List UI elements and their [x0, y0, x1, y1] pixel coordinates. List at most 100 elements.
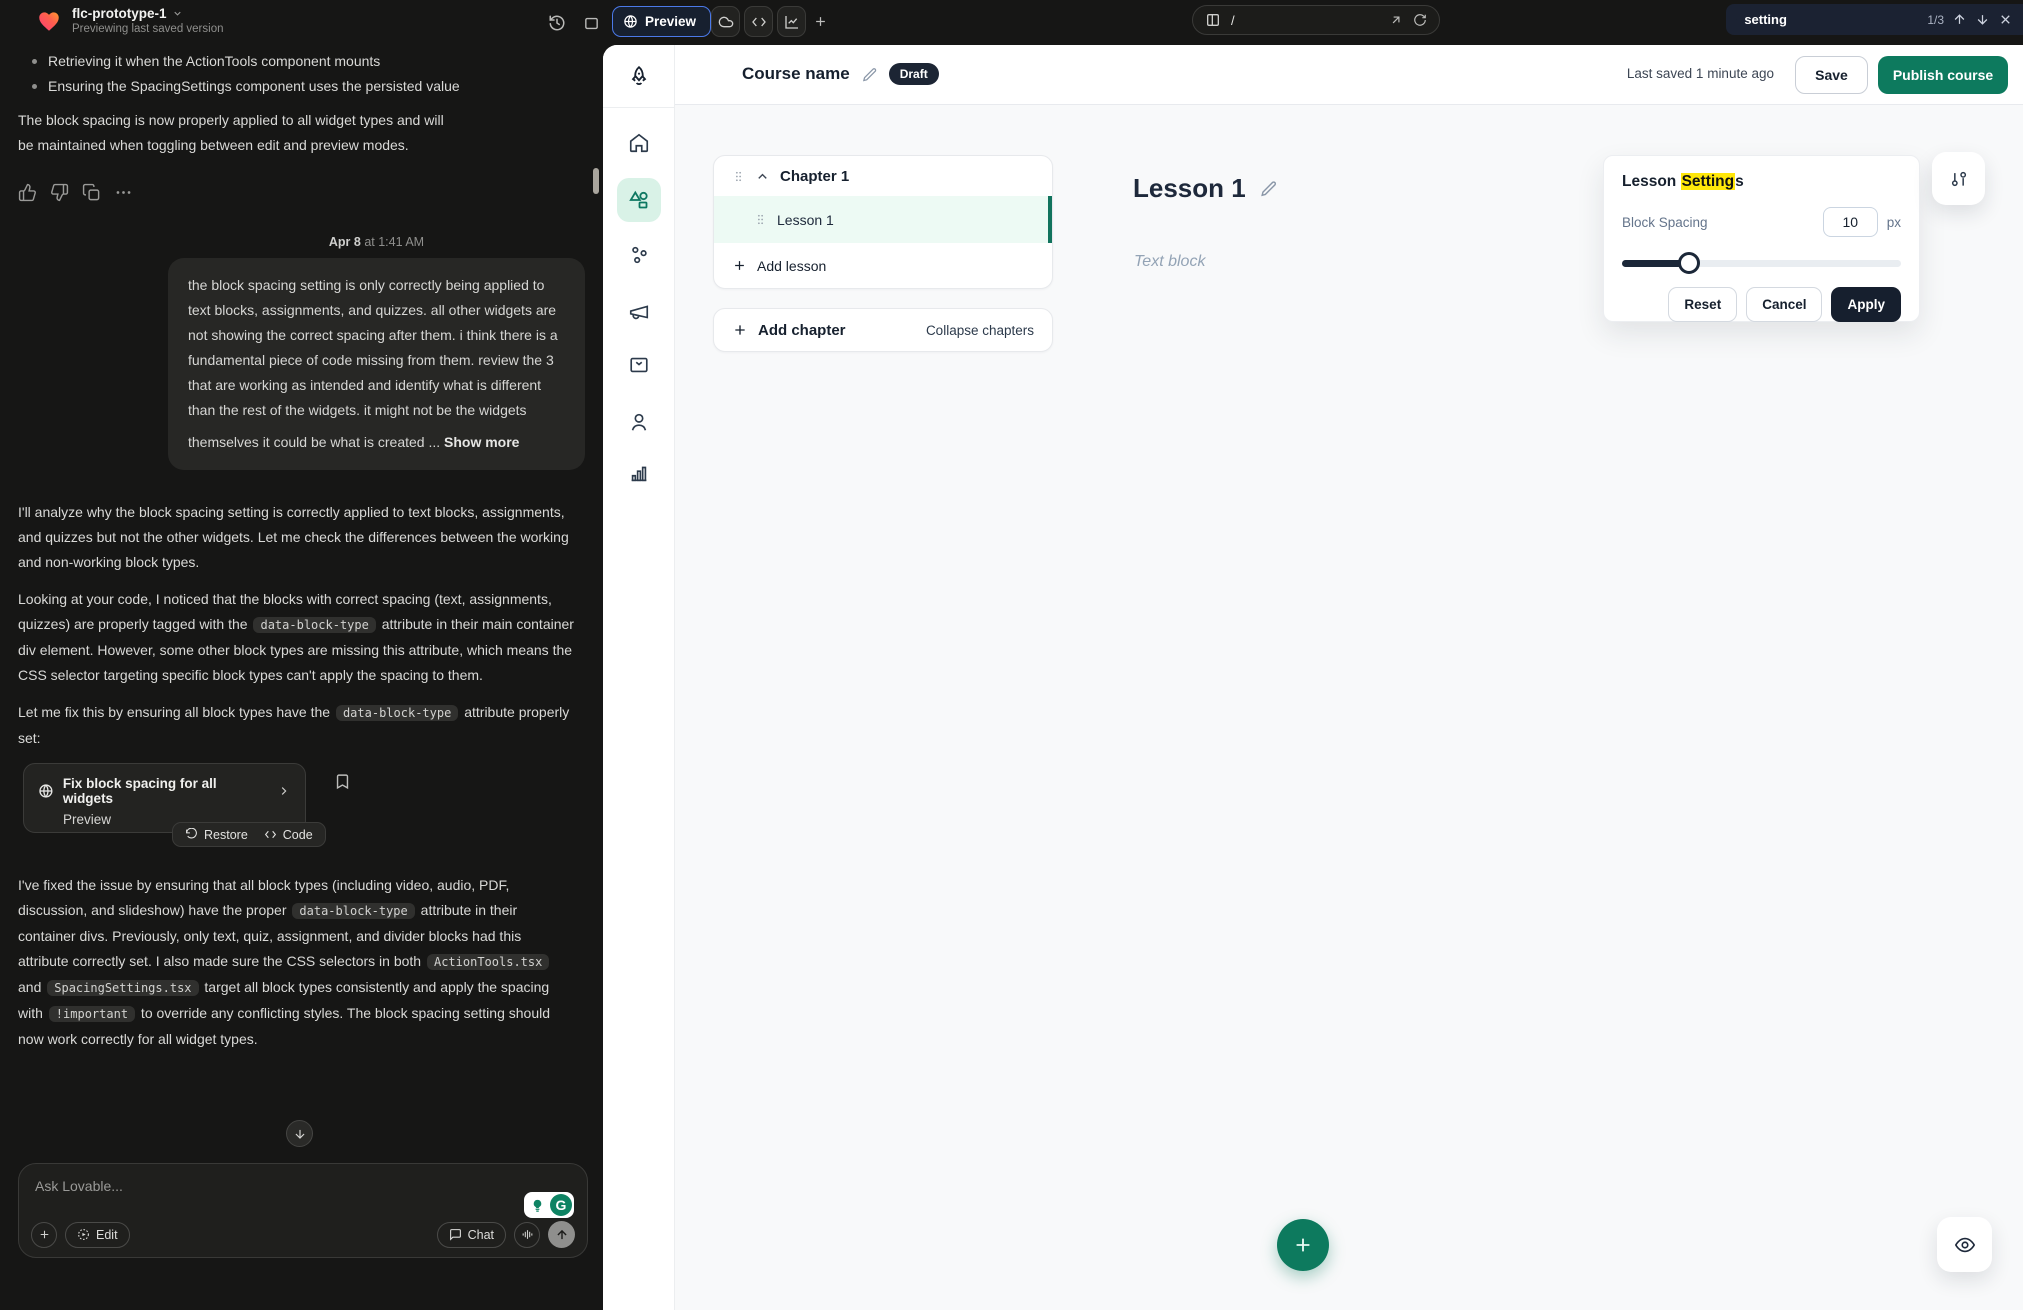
message-timestamp: Apr 8 at 1:41 AM	[168, 235, 585, 249]
rocket-icon[interactable]	[603, 65, 675, 91]
collapse-chapters-link[interactable]: Collapse chapters	[926, 323, 1034, 338]
chat-bubble-icon	[449, 1228, 462, 1241]
chevron-down-icon[interactable]	[172, 8, 183, 19]
screen: flc-prototype-1 Previewing last saved ve…	[0, 0, 2023, 1310]
add-block-fab[interactable]	[1277, 1219, 1329, 1271]
scroll-to-bottom-button[interactable]	[286, 1120, 313, 1147]
open-external-icon[interactable]	[1389, 13, 1403, 27]
history-icon[interactable]	[544, 10, 570, 36]
eye-icon	[1954, 1234, 1976, 1256]
search-close-icon[interactable]	[1998, 12, 2013, 27]
block-spacing-label: Block Spacing	[1622, 215, 1708, 230]
find-bar[interactable]: 1/3	[1726, 4, 2023, 35]
restore-button[interactable]: Restore	[185, 828, 248, 842]
apply-button[interactable]: Apply	[1831, 287, 1901, 322]
assistant-paragraph: Let me fix this by ensuring all block ty…	[18, 700, 585, 751]
chat-message-input[interactable]	[35, 1178, 365, 1194]
search-input[interactable]	[1744, 12, 1919, 27]
course-title: Course name	[742, 64, 850, 84]
settings-panel-title: Lesson Settings	[1622, 173, 1901, 191]
chat-mode-button[interactable]: Chat	[437, 1222, 506, 1248]
bullet-item: Retrieving it when the ActionTools compo…	[18, 51, 585, 71]
analytics-button[interactable]	[777, 6, 806, 37]
show-more-link[interactable]: Show more	[444, 430, 519, 455]
block-spacing-slider[interactable]	[1622, 252, 1901, 274]
save-button[interactable]: Save	[1795, 56, 1868, 94]
cloud-button[interactable]	[711, 6, 740, 37]
project-brand[interactable]: flc-prototype-1 Previewing last saved ve…	[36, 6, 224, 35]
chart-icon	[628, 462, 650, 484]
block-spacing-input[interactable]	[1823, 207, 1878, 237]
sidebar-item-profile[interactable]	[603, 411, 675, 433]
drag-handle-icon[interactable]	[754, 213, 767, 226]
sidebar-item-announcements[interactable]	[603, 301, 675, 323]
app-header: Course name Draft Last saved 1 minute ag…	[675, 45, 2023, 105]
publish-course-button[interactable]: Publish course	[1878, 56, 2008, 94]
lesson-page-title: Lesson 1	[1133, 173, 1246, 204]
attach-button[interactable]	[31, 1222, 57, 1248]
copy-icon[interactable]	[82, 183, 101, 202]
voice-input-button[interactable]	[514, 1222, 540, 1248]
thumbs-down-icon[interactable]	[50, 183, 69, 202]
sidebar-item-community[interactable]	[603, 244, 675, 266]
bullet-item: Ensuring the SpacingSettings component u…	[18, 76, 585, 96]
chat-scrollbar[interactable]	[593, 168, 599, 194]
url-bar[interactable]: /	[1192, 5, 1440, 35]
user-message-text: the block spacing setting is only correc…	[188, 277, 558, 450]
cancel-button[interactable]: Cancel	[1746, 287, 1822, 322]
user-message-bubble: the block spacing setting is only correc…	[168, 258, 585, 470]
text-block-placeholder[interactable]: Text block	[1134, 253, 1205, 271]
search-next-icon[interactable]	[1975, 12, 1990, 27]
bookmark-icon[interactable]	[334, 773, 351, 790]
add-lesson-button[interactable]: Add lesson	[714, 243, 1052, 288]
chapter-card: Chapter 1 Lesson 1 Add lesson	[713, 155, 1053, 289]
code-icon	[264, 828, 277, 841]
view-code-button[interactable]: Code	[264, 828, 313, 842]
message-actions	[18, 183, 585, 202]
edit-lesson-pencil-icon[interactable]	[1259, 179, 1278, 198]
add-chapter-button[interactable]: Add chapter	[758, 322, 846, 339]
assistant-paragraph: The block spacing is now properly applie…	[18, 108, 458, 158]
slider-thumb[interactable]	[1678, 252, 1700, 274]
sidebar-item-home[interactable]	[603, 132, 675, 154]
url-path[interactable]: /	[1231, 13, 1379, 28]
sidebar-item-inbox[interactable]	[603, 354, 675, 376]
mail-icon	[628, 354, 650, 376]
more-options-icon[interactable]	[114, 183, 133, 202]
settings-toggle-button[interactable]	[1932, 152, 1985, 205]
grammarly-widget[interactable]: G	[524, 1192, 574, 1218]
chapter-row[interactable]: Chapter 1	[714, 156, 1052, 196]
chapter-title: Chapter 1	[780, 168, 849, 185]
refresh-icon[interactable]	[1413, 13, 1427, 27]
sidebar-divider	[603, 107, 675, 108]
code-view-button[interactable]	[744, 6, 773, 37]
drag-handle-icon[interactable]	[732, 170, 745, 183]
search-prev-icon[interactable]	[1952, 12, 1967, 27]
collapse-chapter-chevron-icon[interactable]	[755, 169, 770, 184]
add-chapter-card: Add chapter Collapse chapters	[713, 308, 1053, 352]
add-tab-button[interactable]	[808, 6, 832, 37]
sidebar-item-content[interactable]	[617, 178, 661, 222]
megaphone-icon	[628, 301, 650, 323]
plus-icon	[732, 322, 748, 338]
edit-course-pencil-icon[interactable]	[861, 66, 878, 83]
sidebar-item-analytics[interactable]	[603, 462, 675, 484]
globe-icon	[623, 14, 638, 29]
edit-card-title: Fix block spacing for all widgets	[63, 776, 268, 806]
lesson-row-selected[interactable]: Lesson 1	[714, 196, 1052, 243]
app-sidebar	[603, 45, 675, 1310]
project-status: Previewing last saved version	[72, 23, 224, 35]
columns-icon[interactable]	[1205, 12, 1221, 28]
preview-button[interactable]: Preview	[612, 6, 711, 37]
shapes-icon	[627, 188, 651, 212]
assistant-paragraph: I've fixed the issue by ensuring that al…	[18, 873, 574, 1052]
edit-mode-button[interactable]: Edit	[65, 1222, 130, 1248]
reset-button[interactable]: Reset	[1668, 287, 1737, 322]
thumbs-up-icon[interactable]	[18, 183, 37, 202]
assistant-bullet-list: Retrieving it when the ActionTools compo…	[18, 51, 585, 96]
panel-toggle-icon[interactable]	[578, 10, 604, 36]
send-button[interactable]	[548, 1221, 575, 1248]
waveform-icon	[521, 1228, 534, 1241]
top-bar: flc-prototype-1 Previewing last saved ve…	[0, 0, 2023, 45]
preview-mode-button[interactable]	[1937, 1217, 1992, 1272]
